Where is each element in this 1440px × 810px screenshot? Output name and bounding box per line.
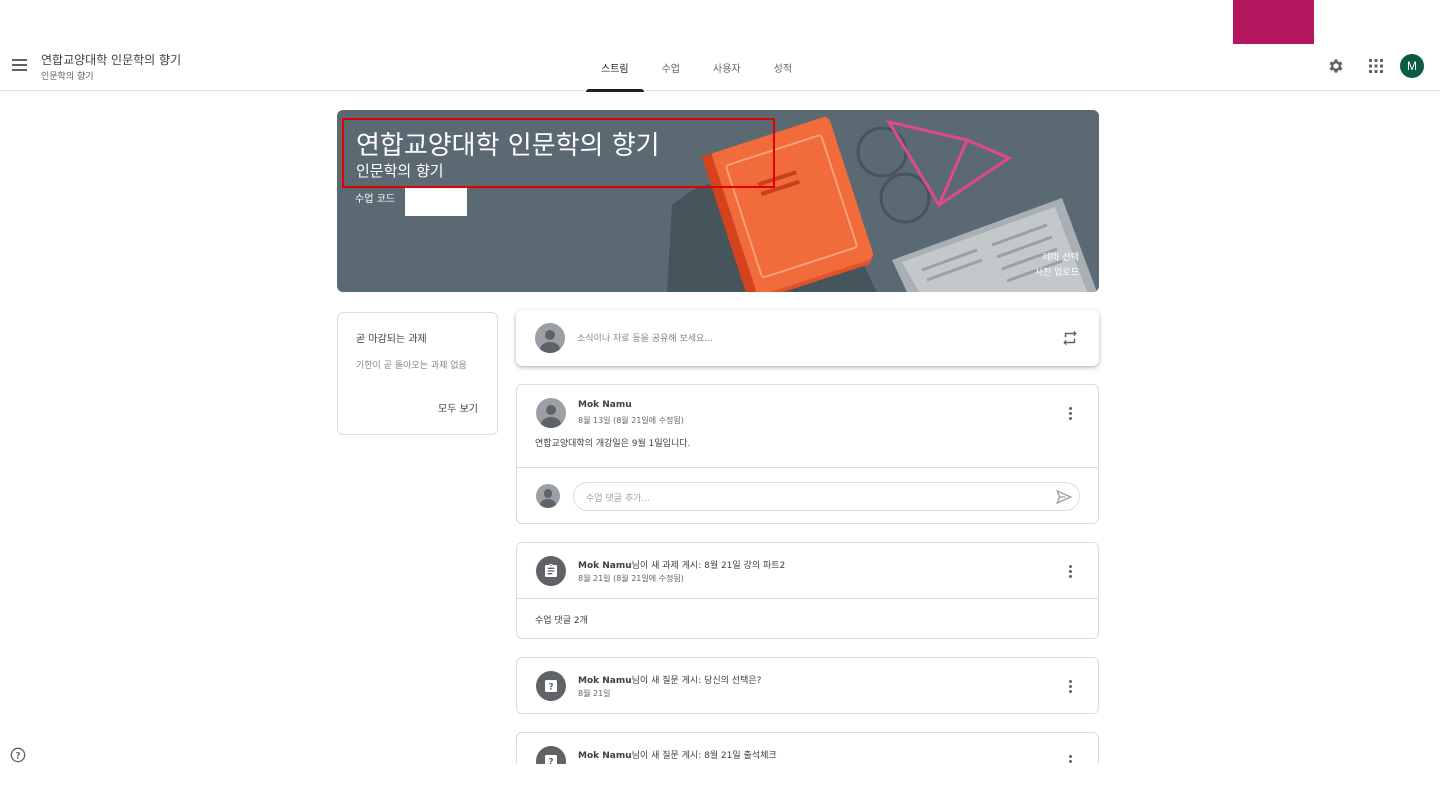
question-card[interactable]: ? Mok Namu님이 새 질문 게시: 당신의 선택은? 8월 21일 (516, 657, 1099, 714)
svg-text:?: ? (548, 682, 553, 692)
post-title: Mok Namu님이 새 질문 게시: 당신의 선택은? (578, 673, 761, 686)
post-author: Mok Namu (578, 676, 632, 686)
upcoming-empty-text: 기한이 곧 돌아오는 과제 없음 (356, 361, 467, 371)
help-icon[interactable]: ? (10, 747, 26, 763)
more-options-icon[interactable] (1062, 752, 1078, 764)
class-code-value (405, 188, 467, 216)
class-banner: 연합교양대학 인문학의 향기 인문학의 향기 수업 코드 테마 선택 사진 업로… (337, 110, 1099, 292)
account-avatar[interactable]: M (1400, 54, 1424, 78)
post-author: Mok Namu (578, 400, 632, 410)
commenter-avatar (536, 484, 560, 508)
banner-title: 연합교양대학 인문학의 향기 (356, 131, 660, 161)
question-icon: ? (536, 671, 566, 701)
divider (517, 598, 1098, 599)
more-options-icon[interactable] (1062, 562, 1078, 580)
more-options-icon[interactable] (1062, 404, 1078, 422)
tab-grades[interactable]: 성적 (759, 44, 807, 91)
post-author: Mok Namu (578, 561, 632, 571)
banner-subtitle: 인문학의 향기 (356, 162, 444, 180)
menu-icon[interactable] (8, 53, 32, 77)
announcement-card: Mok Namu 8월 13일 (8월 21일에 수정됨) 연합교양대학의 개강… (516, 384, 1099, 524)
upcoming-title: 곧 마감되는 과제 (356, 334, 427, 345)
apps-grid-icon[interactable] (1365, 55, 1387, 77)
tab-classwork[interactable]: 수업 (647, 44, 695, 91)
assignment-icon (536, 556, 566, 586)
comment-placeholder: 수업 댓글 추가... (586, 494, 650, 504)
svg-text:?: ? (548, 757, 553, 764)
class-comment-input[interactable]: 수업 댓글 추가... (573, 482, 1080, 511)
assignment-card[interactable]: Mok Namu님이 새 과제 게시: 8월 21일 강의 파트2 8월 21일… (516, 542, 1099, 639)
post-date: 8월 21일 (578, 689, 611, 698)
avatar (535, 323, 565, 353)
more-options-icon[interactable] (1062, 677, 1078, 695)
tab-bar: 스트림 수업 사용자 성적 (586, 44, 810, 92)
class-section: 인문학의 향기 (41, 72, 94, 82)
tab-stream[interactable]: 스트림 (586, 44, 644, 92)
post-title: Mok Namu님이 새 과제 게시: 8월 21일 강의 파트2 (578, 558, 785, 571)
upload-photo-link[interactable]: 사진 업로드 (1035, 265, 1079, 278)
post-action: 님이 새 질문 게시: 당신의 선택은? (631, 676, 762, 686)
post-action: 님이 새 질문 게시: 8월 21일 출석체크 (631, 751, 777, 761)
view-all-link[interactable]: 모두 보기 (438, 400, 478, 415)
share-placeholder[interactable]: 소식이나 자료 등을 공유해 보세요... (577, 331, 713, 344)
post-date: 8월 13일 (8월 21일에 수정됨) (578, 416, 684, 425)
author-avatar (536, 398, 566, 428)
upcoming-card: 곧 마감되는 과제 기한이 곧 돌아오는 과제 없음 모두 보기 (337, 312, 498, 435)
post-date: 8월 21일 (8월 21일에 수정됨) (578, 574, 684, 583)
send-icon[interactable] (1055, 488, 1073, 506)
select-theme-link[interactable]: 테마 선택 (1043, 250, 1079, 263)
class-title[interactable]: 연합교양대학 인문학의 향기 (41, 51, 181, 68)
top-app-bar: 연합교양대학 인문학의 향기 인문학의 향기 스트림 수업 사용자 성적 M (0, 44, 1440, 92)
share-announcement-box[interactable]: 소식이나 자료 등을 공유해 보세요... (516, 310, 1099, 366)
question-card[interactable]: ? Mok Namu님이 새 질문 게시: 8월 21일 출석체크 (516, 732, 1099, 764)
post-author: Mok Namu (578, 751, 632, 761)
post-body: 연합교양대학의 개강일은 9월 1일입니다. (535, 439, 691, 449)
post-title: Mok Namu님이 새 질문 게시: 8월 21일 출석체크 (578, 748, 777, 761)
class-code-label: 수업 코드 (355, 194, 395, 205)
top-color-block (1233, 0, 1314, 44)
repost-icon[interactable] (1061, 329, 1079, 347)
svg-text:?: ? (15, 751, 20, 761)
gear-icon[interactable] (1325, 55, 1347, 77)
class-comments-link[interactable]: 수업 댓글 2개 (535, 613, 588, 626)
tab-people[interactable]: 사용자 (698, 44, 756, 91)
question-icon: ? (536, 746, 566, 764)
post-action: 님이 새 과제 게시: 8월 21일 강의 파트2 (631, 561, 786, 571)
divider (517, 467, 1098, 468)
